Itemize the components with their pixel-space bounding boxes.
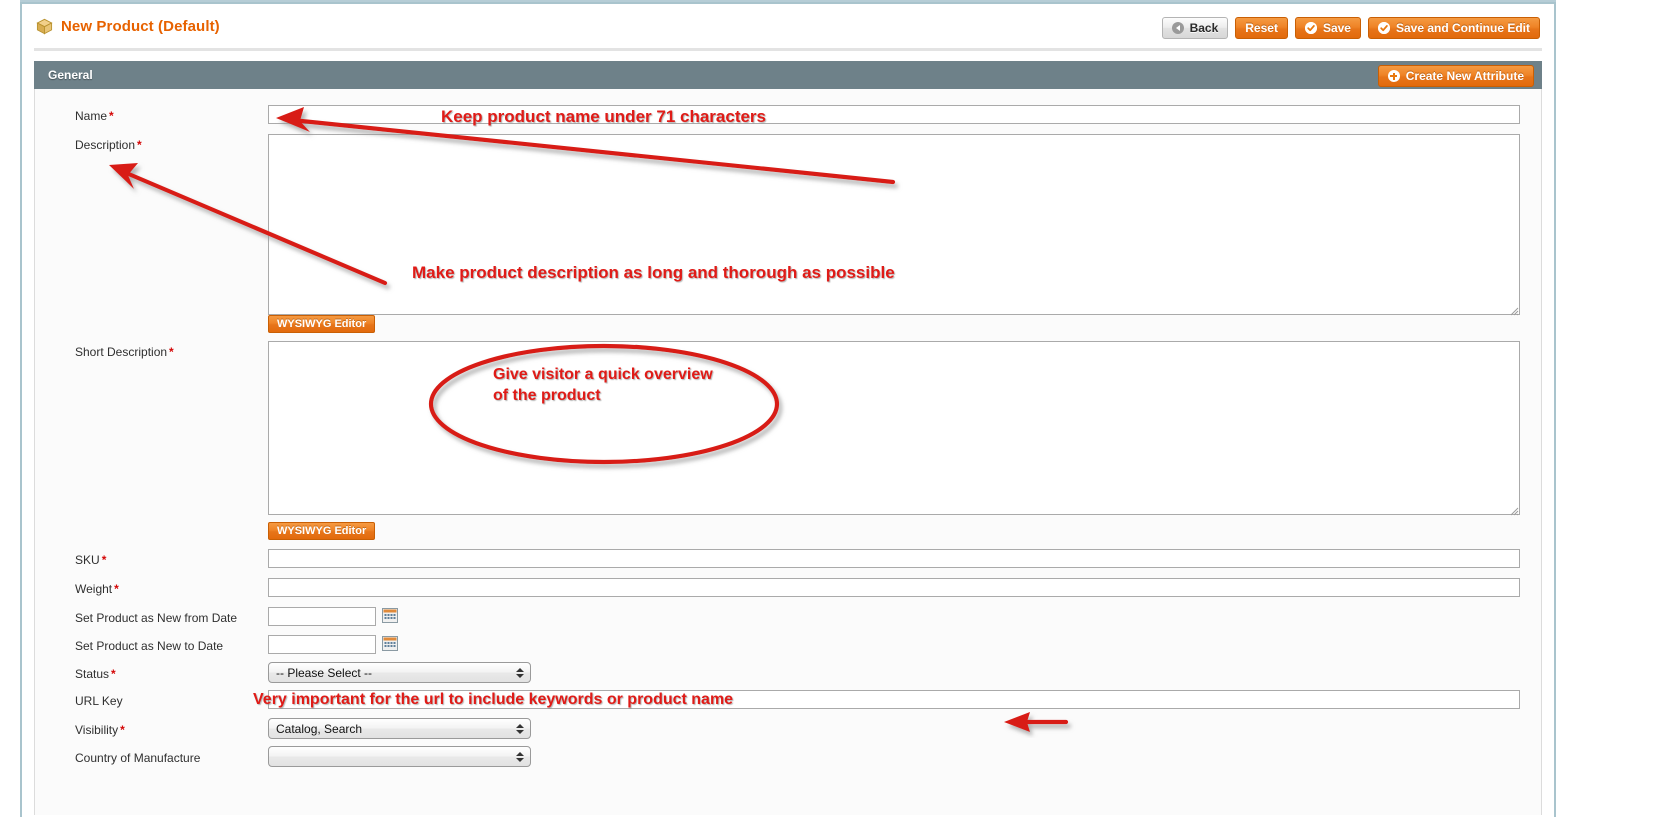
- check-icon: [1377, 22, 1390, 34]
- row-status: Status * -- Please Select --: [35, 662, 1541, 688]
- short-description-wysiwyg-editor-button[interactable]: WYSIWYG Editor: [268, 522, 376, 540]
- wysiwyg-label: WYSIWYG Editor: [277, 525, 367, 537]
- label-country-of-manufacture: Country of Manufacture: [75, 751, 201, 765]
- page-title: New Product (Default): [61, 18, 220, 35]
- wysiwyg-label: WYSIWYG Editor: [277, 318, 367, 330]
- save-and-continue-edit-button[interactable]: Save and Continue Edit: [1367, 17, 1540, 39]
- create-new-attribute-button[interactable]: Create New Attribute: [1377, 65, 1534, 87]
- url-key-input[interactable]: [268, 690, 1520, 709]
- page-title-block: New Product (Default): [36, 18, 220, 35]
- label-url-key: URL Key: [75, 694, 123, 708]
- row-sku: SKU *: [35, 549, 1541, 575]
- visibility-select[interactable]: Catalog, Search: [268, 718, 531, 739]
- back-button-label: Back: [1189, 21, 1219, 35]
- back-arrow-icon: [1171, 22, 1184, 34]
- sku-input[interactable]: [268, 549, 1520, 568]
- header-button-row: Back Reset Save Save and Continue Edit: [1161, 17, 1540, 39]
- new-to-date-input[interactable]: [268, 635, 376, 654]
- new-from-date-input[interactable]: [268, 607, 376, 626]
- chevron-updown-icon: [515, 750, 524, 764]
- back-button[interactable]: Back: [1161, 17, 1229, 39]
- row-name: Name *: [35, 105, 1541, 131]
- label-new-from-date: Set Product as New from Date: [75, 611, 238, 625]
- section-title: General: [48, 68, 93, 82]
- save-and-continue-edit-label: Save and Continue Edit: [1395, 21, 1530, 35]
- general-section-header: General Create New Attribute: [34, 61, 1542, 89]
- name-input[interactable]: [268, 105, 1520, 124]
- description-wysiwyg-editor-button[interactable]: WYSIWYG Editor: [268, 315, 376, 333]
- save-button[interactable]: Save: [1294, 17, 1361, 39]
- reset-button-label: Reset: [1245, 21, 1278, 35]
- reset-button[interactable]: Reset: [1235, 17, 1288, 39]
- row-country-of-manufacture: Country of Manufacture: [35, 746, 1541, 772]
- label-visibility: Visibility *: [75, 723, 125, 737]
- row-description: Description *: [35, 134, 1541, 324]
- status-select[interactable]: -- Please Select --: [268, 662, 531, 683]
- description-textarea[interactable]: [268, 134, 1520, 315]
- calendar-icon[interactable]: [382, 636, 398, 651]
- cube-icon: [36, 18, 53, 35]
- label-status: Status *: [75, 667, 116, 681]
- weight-input[interactable]: [268, 578, 1520, 597]
- row-visibility: Visibility * Catalog, Search: [35, 718, 1541, 744]
- row-new-from-date: Set Product as New from Date: [35, 607, 1541, 633]
- magento-new-product-screen: New Product (Default) Back Reset Save Sa…: [0, 0, 1664, 819]
- row-short-description: Short Description *: [35, 341, 1541, 521]
- short-description-textarea[interactable]: [268, 341, 1520, 515]
- label-description: Description *: [75, 138, 142, 152]
- country-of-manufacture-select[interactable]: [268, 746, 531, 767]
- plus-icon: [1387, 70, 1400, 82]
- label-short-description: Short Description *: [75, 345, 174, 359]
- row-new-to-date: Set Product as New to Date: [35, 635, 1541, 661]
- chevron-updown-icon: [515, 722, 524, 736]
- chevron-updown-icon: [515, 666, 524, 680]
- label-sku: SKU *: [75, 553, 107, 567]
- check-icon: [1304, 22, 1317, 34]
- row-weight: Weight *: [35, 578, 1541, 604]
- label-new-to-date: Set Product as New to Date: [75, 639, 224, 653]
- page-frame: New Product (Default) Back Reset Save Sa…: [20, 2, 1556, 817]
- save-button-label: Save: [1322, 21, 1351, 35]
- row-url-key: URL Key: [35, 690, 1541, 716]
- create-new-attribute-label: Create New Attribute: [1405, 69, 1524, 83]
- create-attribute-wrap: Create New Attribute: [1377, 65, 1534, 87]
- label-weight: Weight *: [75, 582, 119, 596]
- header-divider: [34, 48, 1542, 51]
- general-form: Name * Description * WYSIWYG Editor Short …: [34, 89, 1542, 815]
- visibility-select-value: Catalog, Search: [276, 721, 363, 736]
- label-name: Name *: [75, 109, 114, 123]
- calendar-icon[interactable]: [382, 608, 398, 623]
- page-header: New Product (Default) Back Reset Save Sa…: [22, 4, 1554, 51]
- status-select-value: -- Please Select --: [276, 665, 373, 680]
